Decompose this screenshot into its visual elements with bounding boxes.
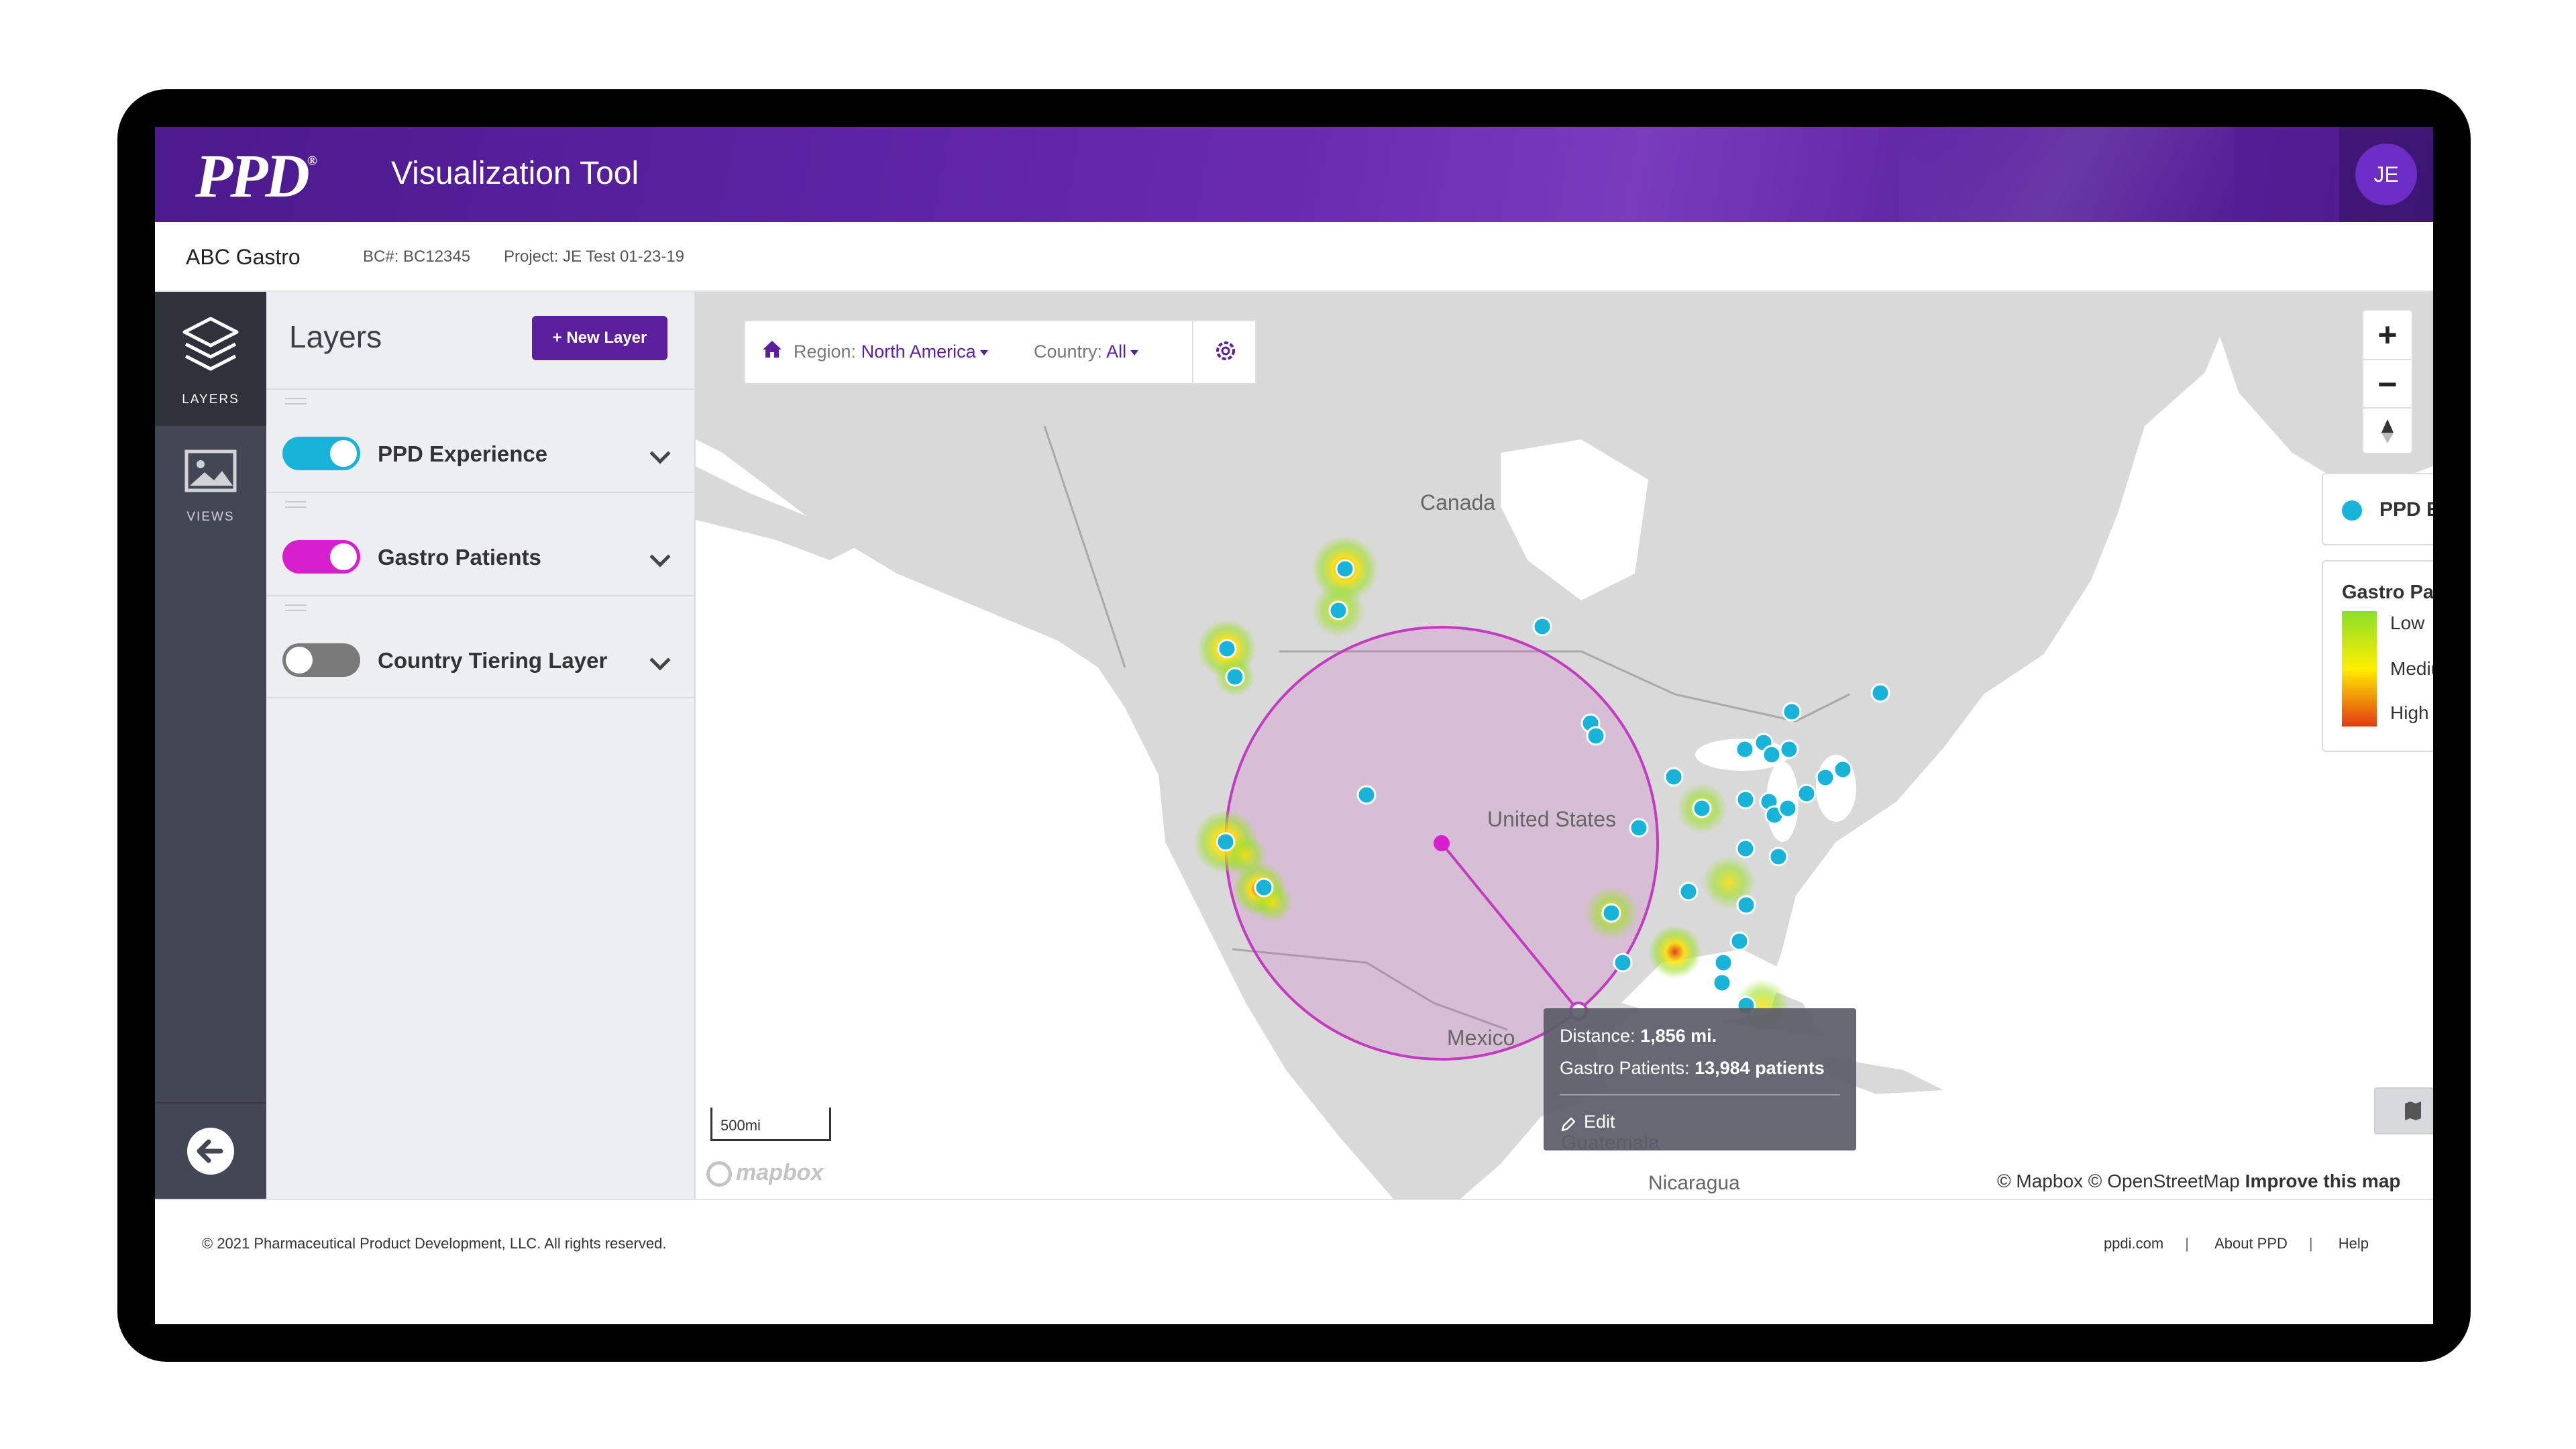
layer-row: Country Tiering Layer — [266, 595, 696, 698]
mapbox-logo[interactable]: mapbox — [706, 1160, 823, 1187]
back-arrow-icon — [187, 1128, 234, 1175]
view-toggle — [2374, 1087, 2433, 1134]
legend-low: Low — [2390, 612, 2425, 633]
footer: © 2021 Pharmaceutical Product Developmen… — [155, 1199, 2433, 1324]
avatar[interactable]: JE — [2355, 144, 2417, 205]
project-name: ABC Gastro — [186, 245, 301, 269]
map-label-mexico: Mexico — [1447, 1026, 1515, 1050]
layer-name: PPD Experience — [378, 441, 548, 466]
map-canvas[interactable]: Canada United States Mexico Guatemala Ni… — [696, 292, 2433, 1199]
map-label-canada: Canada — [1420, 490, 1496, 515]
gear-icon[interactable] — [1214, 339, 1238, 368]
project-bar: ABC Gastro BC#: BC12345 Project: JE Test… — [155, 222, 2433, 292]
layer-toggle-ppd[interactable] — [282, 437, 360, 470]
chevron-down-icon[interactable] — [649, 546, 671, 568]
panel-title: Layers — [289, 319, 382, 354]
drag-handle-icon[interactable] — [285, 501, 307, 508]
map-attribution[interactable]: © Mapbox © OpenStreetMap Improve this ma… — [1997, 1171, 2401, 1192]
layers-panel: Layers + New Layer PPD Experience Gastro… — [266, 292, 696, 1199]
image-icon — [184, 449, 237, 492]
layer-row: PPD Experience — [266, 388, 696, 492]
layer-name: Gastro Patients — [378, 545, 541, 570]
footer-link[interactable]: ppdi.com — [2104, 1235, 2163, 1252]
country-select[interactable]: Country: All — [1034, 341, 1139, 362]
map-label-nicaragua: Nicaragua — [1648, 1172, 1740, 1194]
legend-gastro-title: Gastro Patients — [2342, 582, 2433, 603]
project-id: Project: JE Test 01-23-19 — [504, 248, 685, 266]
legend-gradient — [2342, 611, 2377, 727]
footer-links: ppdi.com | About PPD | Help — [2103, 1235, 2369, 1252]
rail-layers-label: LAYERS — [182, 392, 239, 407]
legend-high: High — [2390, 702, 2429, 723]
collapse-button[interactable] — [155, 1102, 266, 1199]
footer-link[interactable]: Help — [2339, 1235, 2369, 1252]
distance-tooltip: Distance: 1,856 mi. Gastro Patients: 13,… — [1544, 1008, 1856, 1150]
tooltip-patients: Gastro Patients: 13,984 patients — [1560, 1058, 1825, 1078]
header-decoration — [1899, 127, 2235, 222]
legend-ppd-label: PPD Experience — [2379, 498, 2433, 521]
zoom-controls: + − — [2362, 309, 2413, 454]
legend-dot — [2342, 500, 2362, 521]
zoom-in-button[interactable]: + — [2363, 311, 2412, 359]
rail-views-label: VIEWS — [186, 510, 235, 524]
compass-button[interactable] — [2363, 407, 2412, 455]
chevron-down-icon[interactable] — [649, 649, 671, 671]
bc-number: BC#: BC12345 — [363, 248, 471, 266]
map-scale: 500mi — [710, 1108, 831, 1141]
rail-layers[interactable]: LAYERS — [155, 292, 266, 426]
chevron-down-icon[interactable] — [649, 443, 671, 464]
layer-row: Gastro Patients — [266, 492, 696, 595]
home-icon[interactable] — [761, 339, 783, 364]
ppd-logo[interactable]: PPD® — [195, 140, 317, 211]
layers-icon — [182, 317, 239, 371]
top-header: PPD® Visualization Tool JE — [155, 127, 2433, 222]
drag-handle-icon[interactable] — [285, 398, 307, 405]
app-title: Visualization Tool — [391, 156, 639, 191]
map-label-us: United States — [1487, 807, 1617, 831]
pencil-icon — [1561, 1117, 1576, 1132]
drag-handle-icon[interactable] — [285, 604, 307, 611]
radius-center — [1434, 835, 1450, 851]
layer-toggle-gastro[interactable] — [282, 540, 360, 574]
footer-link[interactable]: About PPD — [2214, 1235, 2288, 1252]
filter-bar: Region: North America Country: All — [744, 320, 1256, 384]
app-screen: PPD® Visualization Tool JE ABC Gastro BC… — [155, 127, 2433, 1324]
layer-name: Country Tiering Layer — [378, 648, 608, 673]
user-menu[interactable]: JE — [2339, 127, 2433, 222]
copyright: © 2021 Pharmaceutical Product Developmen… — [202, 1235, 667, 1252]
plus-icon: + — [552, 329, 567, 347]
left-rail: LAYERS VIEWS — [155, 292, 266, 1199]
layer-toggle-tiering[interactable] — [282, 643, 360, 677]
region-select[interactable]: Region: North America — [794, 341, 988, 362]
edit-button[interactable]: Edit — [1584, 1112, 1615, 1132]
device-frame: PPD® Visualization Tool JE ABC Gastro BC… — [117, 89, 2471, 1362]
legend-ppd: PPD Experience — [2322, 473, 2433, 545]
tooltip-distance: Distance: 1,856 mi. — [1560, 1026, 1717, 1046]
legend-gastro: Gastro Patients Low Medium High — [2322, 560, 2433, 752]
map-view-button[interactable] — [2375, 1089, 2433, 1133]
new-layer-button[interactable]: + New Layer — [532, 316, 667, 360]
rail-views[interactable]: VIEWS — [155, 429, 266, 564]
zoom-out-button[interactable]: − — [2363, 359, 2412, 407]
legend-medium: Medium — [2390, 658, 2433, 679]
